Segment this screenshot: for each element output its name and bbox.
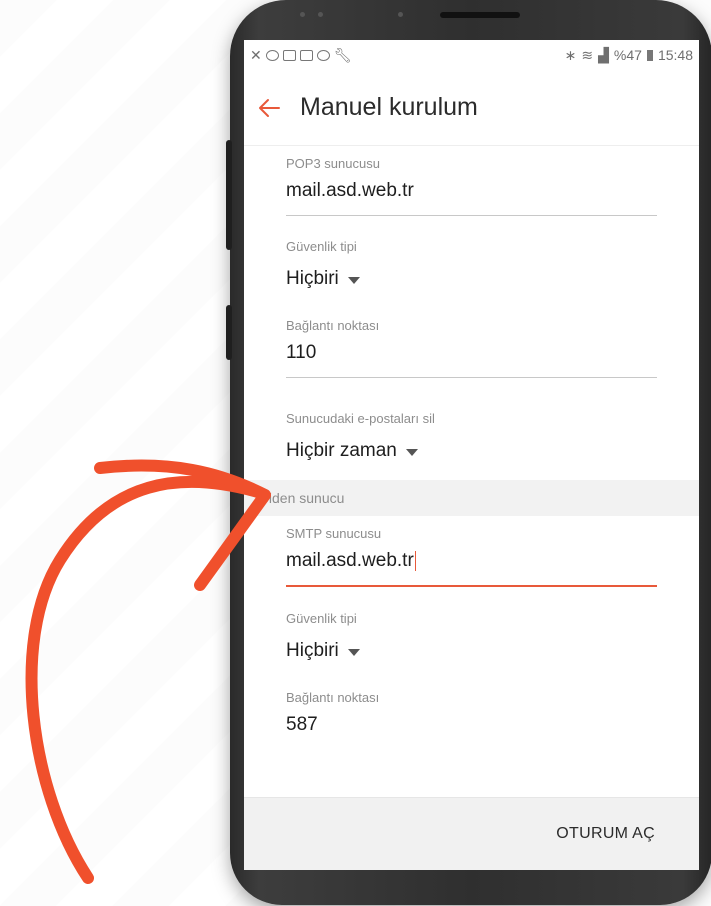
volume-button <box>226 140 232 250</box>
person-icon: ✕ <box>250 46 262 63</box>
page-title: Manuel kurulum <box>300 93 478 121</box>
caret-down-icon <box>347 277 360 284</box>
system-icons: ∗ ≋ ▟ %47 15:48 <box>565 47 693 64</box>
server-settings-form: POP3 sunucusu mail.asd.web.tr Güvenlik t… <box>244 146 699 736</box>
outgoing-port-input[interactable]: 587 <box>286 714 657 736</box>
incoming-port-label: Bağlantı noktası <box>286 318 380 333</box>
back-button[interactable] <box>258 94 286 122</box>
sync-icon <box>316 49 330 61</box>
incoming-port-field[interactable]: Bağlantı noktası 110 <box>244 290 699 378</box>
pop3-server-label: POP3 sunucusu <box>286 156 380 171</box>
smtp-server-value: mail.asd.web.tr <box>286 550 414 571</box>
outgoing-port-field[interactable]: Bağlantı noktası 587 <box>244 662 699 736</box>
caret-down-icon <box>347 649 360 656</box>
record-icon <box>265 49 279 61</box>
incoming-security-dropdown[interactable]: Hiçbiri <box>286 268 657 290</box>
status-bar: ✕ 🔧︎ ∗ ≋ ▟ %47 15:48 <box>244 40 699 70</box>
smtp-server-field[interactable]: SMTP sunucusu mail.asd.web.tr <box>244 516 699 587</box>
incoming-security-field[interactable]: Güvenlik tipi Hiçbiri <box>244 216 699 290</box>
phone-screen: ✕ 🔧︎ ∗ ≋ ▟ %47 15:48 Manuel kurulum POP3… <box>244 40 699 870</box>
sign-in-button[interactable]: OTURUM AÇ <box>556 825 655 843</box>
delete-from-server-value: Hiçbir zaman <box>286 440 397 461</box>
outgoing-security-field[interactable]: Güvenlik tipi Hiçbiri <box>244 587 699 662</box>
text-cursor <box>414 550 417 571</box>
earpiece-speaker <box>440 12 520 18</box>
outgoing-security-label: Güvenlik tipi <box>286 611 357 626</box>
outgoing-security-value: Hiçbiri <box>286 640 339 661</box>
outgoing-security-dropdown[interactable]: Hiçbiri <box>286 640 657 662</box>
sensor-dot <box>300 12 305 17</box>
app-header: Manuel kurulum <box>244 70 699 146</box>
smtp-server-label: SMTP sunucusu <box>286 526 382 541</box>
sensor-dot <box>398 12 403 17</box>
wrench-icon: 🔧︎ <box>333 46 352 63</box>
incoming-port-input[interactable]: 110 <box>286 342 657 364</box>
delete-from-server-label: Sunucudaki e-postaları sil <box>286 411 435 426</box>
back-arrow-icon <box>259 98 280 117</box>
delete-from-server-dropdown[interactable]: Hiçbir zaman <box>286 440 657 462</box>
smtp-server-input[interactable]: mail.asd.web.tr <box>286 550 657 572</box>
outgoing-port-label: Bağlantı noktası <box>286 690 380 705</box>
wifi-icon: ≋ <box>581 46 594 63</box>
bixby-button <box>226 305 232 360</box>
clock: 15:48 <box>657 47 693 63</box>
caret-down-icon <box>405 449 418 456</box>
bluetooth-icon: ∗ <box>564 46 577 63</box>
pop3-server-input[interactable]: mail.asd.web.tr <box>286 180 657 202</box>
notification-icons: ✕ 🔧︎ <box>250 47 352 64</box>
sensor-dot <box>318 12 323 17</box>
mail-icon <box>282 49 296 61</box>
incoming-security-value: Hiçbiri <box>286 268 339 289</box>
outgoing-section-header: Giden sunucu <box>244 480 699 516</box>
battery-percent: %47 <box>613 47 642 63</box>
delete-from-server-field[interactable]: Sunucudaki e-postaları sil Hiçbir zaman <box>244 378 699 462</box>
battery-icon <box>646 49 653 61</box>
pop3-server-field[interactable]: POP3 sunucusu mail.asd.web.tr <box>244 146 699 216</box>
bottom-action-bar: OTURUM AÇ <box>244 797 699 870</box>
gallery-icon <box>299 49 313 61</box>
incoming-security-label: Güvenlik tipi <box>286 239 357 254</box>
signal-icon: ▟ <box>598 46 609 63</box>
